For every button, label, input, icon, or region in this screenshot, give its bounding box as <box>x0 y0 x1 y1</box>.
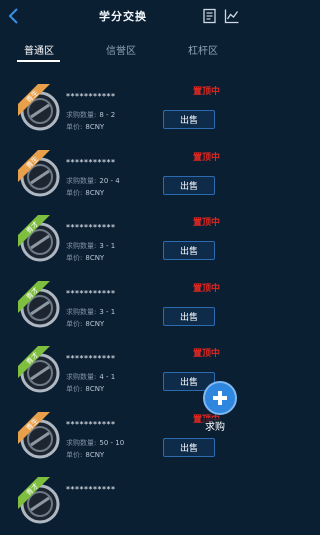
pinned-badge: 置顶中 <box>192 349 220 359</box>
quantity-row <box>66 503 69 511</box>
listing-card: 青才 *********** 置顶中求购数量: 3 - 1 单价: 8CNY 出售 <box>0 275 246 339</box>
price-row: 单价: 8CNY <box>66 122 104 132</box>
price-value: 8CNY <box>85 123 105 131</box>
listing-card: 青生 *********** 置顶中求购数量: 20 - 4 单价: 8CNY 出售 <box>0 144 246 208</box>
account-name: *********** <box>66 92 116 101</box>
course-badge-icon: 青生 <box>18 150 60 197</box>
notes-icon[interactable] <box>202 8 218 24</box>
quantity-row: 求购数量: 3 - 1 <box>66 307 115 317</box>
chart-icon[interactable] <box>224 8 240 24</box>
price-value: 8CNY <box>85 385 105 393</box>
buy-request-button[interactable] <box>203 381 237 415</box>
quantity-row: 求购数量: 8 - 2 <box>66 110 115 120</box>
chevron-left-icon[interactable] <box>6 7 22 25</box>
price-value: 8CNY <box>85 254 105 262</box>
pinned-badge: 置顶中 <box>192 87 220 97</box>
price-row: 单价: 8CNY <box>66 188 104 198</box>
price-label: 单价: <box>66 123 83 131</box>
pinned-badge: 置顶中 <box>192 284 220 294</box>
price-row: 单价: 8CNY <box>66 253 104 263</box>
course-badge-icon: 青才 <box>18 346 60 393</box>
quantity-value: 8 - 2 <box>99 111 116 119</box>
account-name: *********** <box>66 485 116 494</box>
tab-leverage[interactable]: 杠杆区 <box>188 42 218 57</box>
quantity-value: 20 - 4 <box>99 177 120 185</box>
quantity-value: 4 - 1 <box>99 373 116 381</box>
tab-normal[interactable]: 普通区 <box>24 42 54 57</box>
buy-request-label[interactable]: 求购 <box>203 418 227 433</box>
quantity-row: 求购数量: 4 - 1 <box>66 372 115 382</box>
quantity-label: 求购数量: <box>66 439 97 447</box>
header-bar: 学分交换 <box>0 0 246 32</box>
quantity-row: 求购数量: 20 - 4 <box>66 176 120 186</box>
page-title: 学分交换 <box>99 10 147 23</box>
price-label: 单价: <box>66 189 83 197</box>
quantity-value: 50 - 10 <box>99 439 125 447</box>
price-label: 单价: <box>66 451 83 459</box>
tab-reputation[interactable]: 信誉区 <box>106 42 136 57</box>
price-label: 单价: <box>66 254 83 262</box>
account-name: *********** <box>66 354 116 363</box>
price-value: 8CNY <box>85 320 105 328</box>
price-row: 单价: 8CNY <box>66 450 104 460</box>
quantity-label: 求购数量: <box>66 242 97 250</box>
account-name: *********** <box>66 289 116 298</box>
listing-card: 青才 *********** <box>0 471 246 535</box>
price-label: 单价: <box>66 385 83 393</box>
account-name: *********** <box>66 158 116 167</box>
course-badge-icon: 青才 <box>18 215 60 262</box>
account-name: *********** <box>66 420 116 429</box>
quantity-value: 3 - 1 <box>99 308 116 316</box>
course-badge-icon: 青生 <box>18 412 60 459</box>
sell-button[interactable]: 出售 <box>163 110 215 129</box>
active-tab-indicator <box>17 60 60 62</box>
sell-button[interactable]: 出售 <box>163 241 215 260</box>
course-badge-icon: 青才 <box>18 281 60 328</box>
course-badge-icon: 青生 <box>18 84 60 131</box>
price-value: 8CNY <box>85 189 105 197</box>
listing-card: 青生***********置顶中求购数量:50 - 10单价:8CNY出售 <box>0 406 246 470</box>
price-row <box>66 515 69 523</box>
quantity-label: 求购数量: <box>66 177 97 185</box>
price-label: 单价: <box>66 320 83 328</box>
quantity-label: 求购数量: <box>66 373 97 381</box>
sell-button[interactable]: 出售 <box>163 307 215 326</box>
quantity-row: 求购数量: 50 - 10 <box>66 438 124 448</box>
listing-card: 青生 *********** 置顶中求购数量: 8 - 2 单价: 8CNY 出售 <box>0 78 246 142</box>
quantity-value: 3 - 1 <box>99 242 116 250</box>
account-name: *********** <box>66 223 116 232</box>
quantity-label: 求购数量: <box>66 111 97 119</box>
pinned-badge: 置顶中 <box>192 218 220 228</box>
quantity-label: 求购数量: <box>66 308 97 316</box>
sell-button[interactable]: 出售 <box>163 438 215 457</box>
course-badge-icon: 青才 <box>18 477 60 524</box>
price-value: 8CNY <box>85 451 105 459</box>
quantity-row: 求购数量: 3 - 1 <box>66 241 115 251</box>
price-row: 单价: 8CNY <box>66 384 104 394</box>
plus-icon <box>213 391 227 405</box>
price-row: 单价: 8CNY <box>66 319 104 329</box>
listing-card: 青才 *********** 置顶中求购数量: 3 - 1 单价: 8CNY 出售 <box>0 209 246 273</box>
pinned-badge: 置顶中 <box>192 153 220 163</box>
sell-button[interactable]: 出售 <box>163 176 215 195</box>
